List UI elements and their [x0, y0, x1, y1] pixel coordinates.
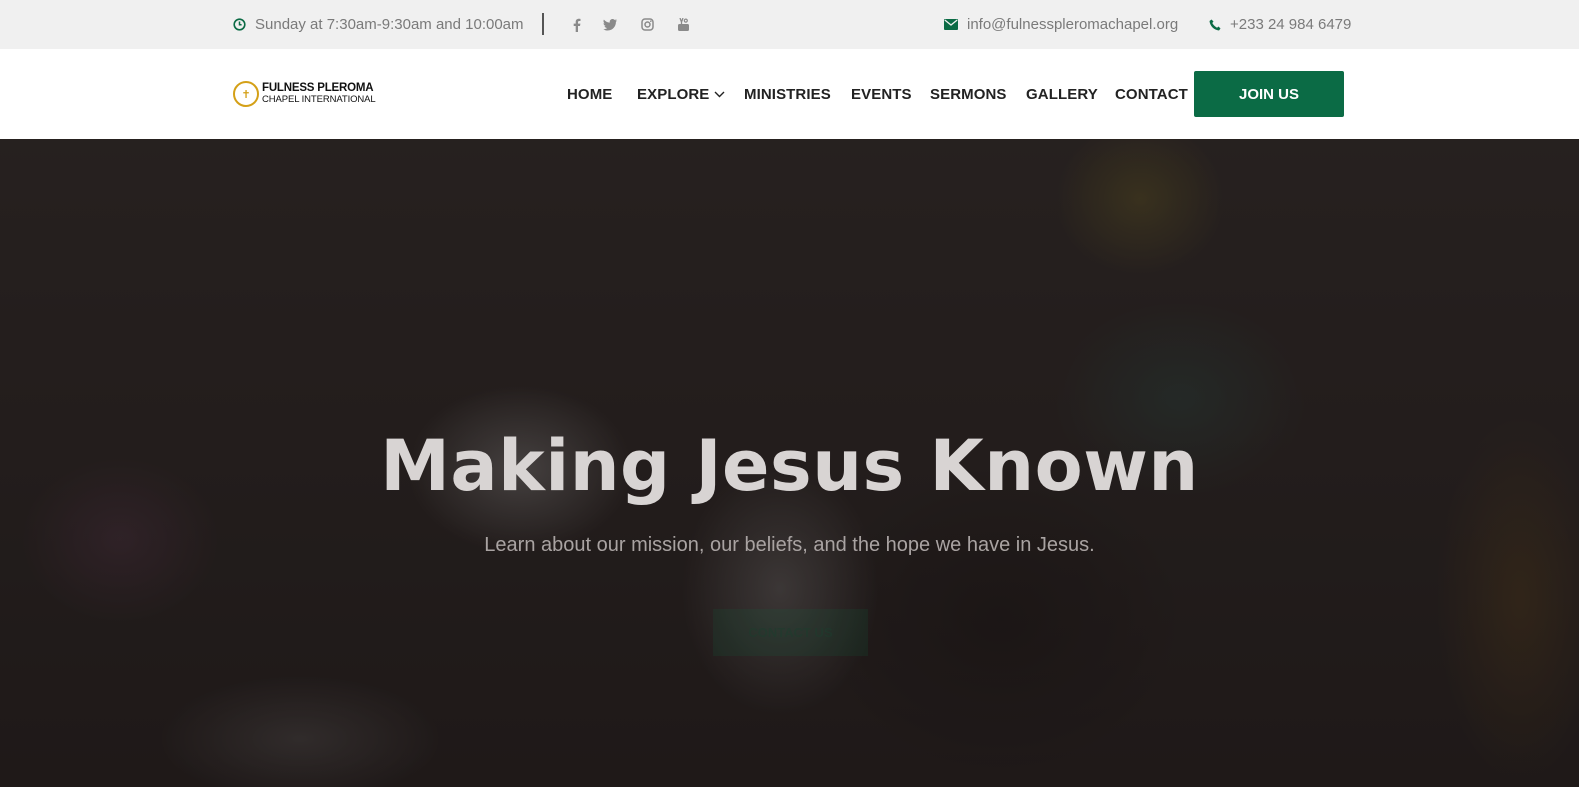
chevron-down-icon — [714, 91, 725, 98]
hero-banner: Making Jesus Known Learn about our missi… — [0, 139, 1579, 787]
nav-sermons[interactable]: SERMONS — [930, 49, 1007, 139]
nav-explore-label: EXPLORE — [637, 85, 710, 103]
nav-events[interactable]: EVENTS — [851, 49, 912, 139]
top-bar: Sunday at 7:30am-9:30am and 10:00am info… — [0, 0, 1579, 49]
email-contact[interactable]: info@fulnesspleromachapel.org — [944, 0, 1178, 49]
instagram-icon[interactable] — [641, 0, 654, 49]
nav-explore[interactable]: EXPLORE — [637, 49, 725, 139]
join-us-button[interactable]: JOIN US — [1194, 71, 1344, 117]
main-navbar: ✝ FULNESS PLEROMA CHAPEL INTERNATIONAL H… — [0, 49, 1579, 139]
hero-title: Making Jesus Known — [380, 425, 1199, 507]
logo-name: FULNESS PLEROMA — [262, 82, 374, 94]
phone-contact[interactable]: +233 24 984 6479 — [1209, 0, 1351, 49]
phone-text[interactable]: +233 24 984 6479 — [1230, 16, 1351, 33]
service-schedule: Sunday at 7:30am-9:30am and 10:00am — [233, 0, 524, 49]
phone-icon — [1209, 19, 1221, 31]
nav-home[interactable]: HOME — [567, 49, 612, 139]
hero-subtitle: Learn about our mission, our beliefs, an… — [484, 534, 1095, 556]
nav-gallery[interactable]: GALLERY — [1026, 49, 1098, 139]
twitter-icon[interactable] — [603, 0, 617, 49]
envelope-icon — [944, 19, 958, 30]
nav-contact[interactable]: CONTACT — [1115, 49, 1188, 139]
divider — [542, 13, 544, 35]
nav-ministries[interactable]: MINISTRIES — [744, 49, 831, 139]
email-text[interactable]: info@fulnesspleromachapel.org — [967, 16, 1178, 33]
schedule-text: Sunday at 7:30am-9:30am and 10:00am — [255, 16, 524, 33]
church-logo[interactable]: ✝ FULNESS PLEROMA CHAPEL INTERNATIONAL — [233, 81, 376, 107]
contact-us-button[interactable]: CONTACT US — [713, 609, 868, 656]
youtube-icon[interactable] — [677, 0, 690, 49]
facebook-icon[interactable] — [572, 0, 581, 49]
logo-emblem-icon: ✝ — [233, 81, 259, 107]
logo-subname: CHAPEL INTERNATIONAL — [262, 94, 376, 105]
clock-icon — [233, 18, 246, 31]
